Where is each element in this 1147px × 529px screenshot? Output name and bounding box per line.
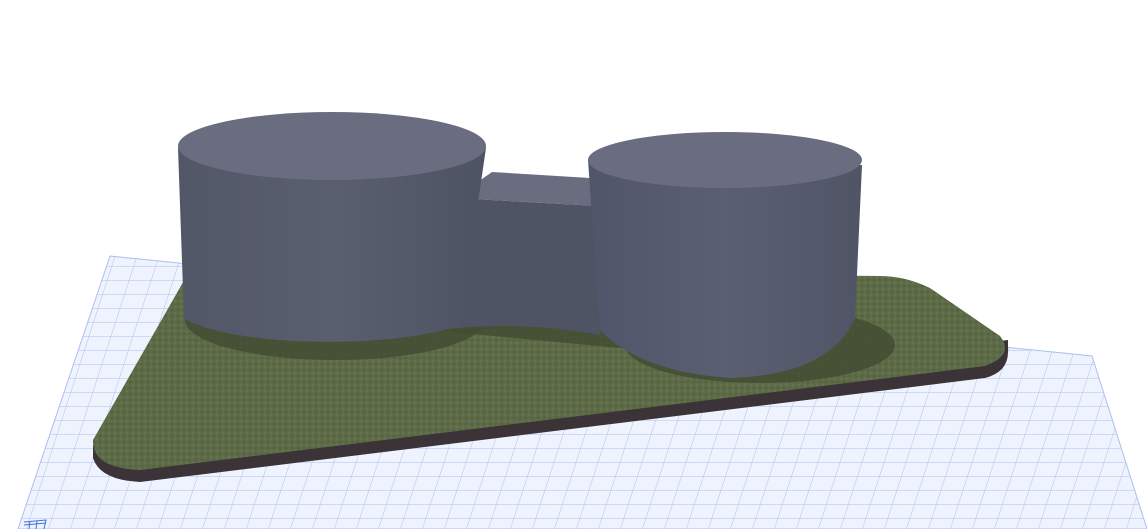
left-tower-roof (178, 112, 486, 180)
right-tower-roof (588, 132, 862, 188)
right-tower-side (588, 160, 862, 378)
3d-viewport[interactable] (0, 0, 1147, 529)
3d-scene[interactable] (0, 0, 1147, 529)
